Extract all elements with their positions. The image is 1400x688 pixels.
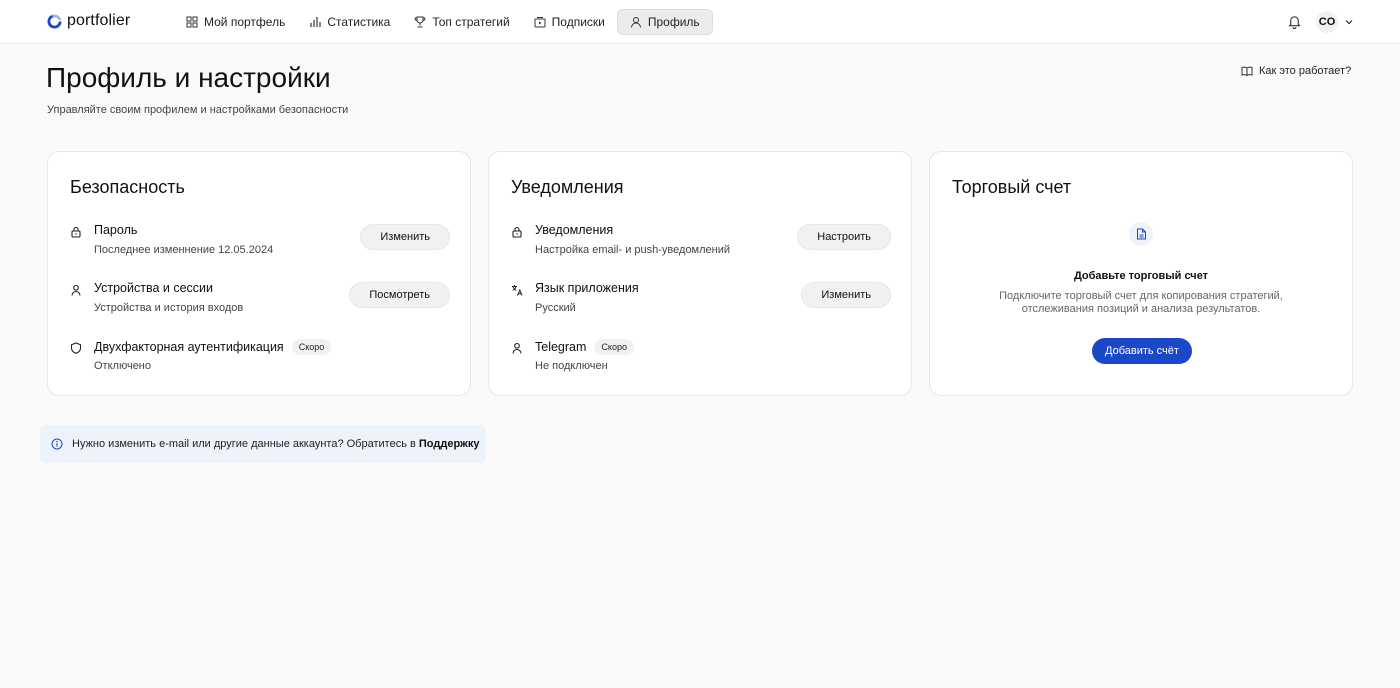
subscriptions-icon [534,17,546,28]
trophy-icon [415,16,426,28]
empty-state-title: Добавьте торговый счет [1073,270,1209,282]
avatar: CO [1316,11,1338,33]
notifications-title: Уведомления [535,223,614,237]
devices-subtitle: Устройства и история входов [94,302,244,314]
add-account-button[interactable]: Добавить счёт [1092,338,1192,364]
soon-badge: Скоро [594,339,634,355]
password-row: Пароль Последнее изменнение 12.05.2024 И… [70,223,450,263]
support-link[interactable]: Поддержку [419,438,480,450]
page-subtitle: Управляйте своим профилем и настройками … [47,104,349,116]
nav-item-label: Подписки [551,15,605,29]
card-title: Безопасность [70,177,185,197]
trading-account-card: Торговый счет Добавьте торговый счет Под… [929,151,1353,396]
how-it-works-label: Как это работает? [1259,65,1352,77]
chevron-down-icon [1345,20,1353,25]
logo-icon [47,13,62,29]
notifications-subtitle: Настройка email- и push-уведомлений [535,244,731,256]
security-card: Безопасность Пароль Последнее изменнение… [47,151,471,396]
shield-icon [70,342,82,354]
nav-item-label: Статистика [327,15,391,29]
telegram-title: Telegram [535,340,587,354]
change-language-button[interactable]: Изменить [801,282,891,308]
user-icon [71,284,81,296]
user-menu[interactable]: CO [1316,11,1354,33]
user-icon [630,17,641,28]
nav-item-label: Топ стратегий [432,15,510,29]
document-icon [1129,222,1153,246]
grid-icon [186,16,198,28]
language-value: Русский [535,302,576,314]
nav-item-portfolio[interactable]: Мой портфель [174,9,297,35]
twofa-row: Двухфакторная аутентификация Скоро Отклю… [70,339,450,379]
translate-icon [512,285,523,296]
info-banner: Нужно изменить e-mail или другие данные … [40,425,486,463]
change-password-button[interactable]: Изменить [360,224,450,250]
info-icon [51,438,63,450]
telegram-status: Не подключен [535,360,608,372]
telegram-row: Telegram Скоро Не подключен [511,339,891,379]
notifications-card: Уведомления Уведомления Настройка email-… [488,151,912,396]
how-it-works-link[interactable]: Как это работает? [1241,65,1351,77]
lock-icon [71,226,81,238]
page-title: Профиль и настройки [46,62,331,93]
card-title: Уведомления [511,177,624,197]
language-title: Язык приложения [535,281,639,295]
devices-row: Устройства и сессии Устройства и история… [70,281,450,321]
language-row: Язык приложения Русский Изменить [511,281,891,321]
empty-state-description: Подключите торговый счет для копирования… [999,290,1283,315]
password-title: Пароль [94,223,138,237]
top-bar: portfolier Мой портфель Статистика Топ с… [0,0,1400,44]
main-nav: Мой портфель Статистика Топ стратегий По… [174,9,713,35]
nav-item-label: Мой портфель [204,15,286,29]
logo-text: portfolier [67,12,131,29]
user-icon [512,342,522,354]
devices-title: Устройства и сессии [94,281,213,295]
nav-item-profile[interactable]: Профиль [616,9,713,35]
nav-item-top-strategies[interactable]: Топ стратегий [402,9,521,35]
lock-icon [512,226,522,238]
twofa-title: Двухфакторная аутентификация [94,340,284,354]
notifications-row: Уведомления Настройка email- и push-увед… [511,223,891,263]
nav-item-statistics[interactable]: Статистика [297,9,402,35]
chart-icon [310,17,321,27]
card-title: Торговый счет [952,177,1072,197]
view-devices-button[interactable]: Посмотреть [349,282,450,308]
nav-item-subscriptions[interactable]: Подписки [522,9,617,35]
nav-item-label: Профиль [647,15,700,29]
book-icon [1241,66,1253,77]
logo[interactable]: portfolier [47,12,130,30]
password-subtitle: Последнее изменнение 12.05.2024 [94,244,274,256]
configure-notifications-button[interactable]: Настроить [797,224,891,250]
bell-icon[interactable] [1287,14,1302,29]
twofa-status: Отключено [94,360,151,372]
info-text: Нужно изменить e-mail или другие данные … [72,438,419,450]
soon-badge: Скоро [291,339,332,355]
